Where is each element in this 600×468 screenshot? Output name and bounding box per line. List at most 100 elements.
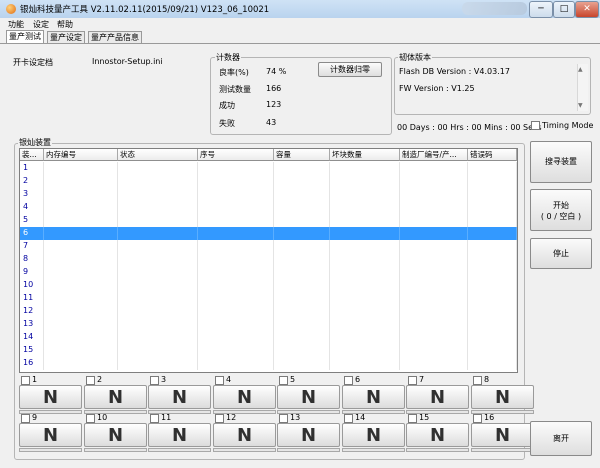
slot-checkbox[interactable] bbox=[215, 376, 224, 385]
table-cell bbox=[118, 240, 198, 253]
tab-production-settings[interactable]: 量产设定 bbox=[47, 31, 85, 43]
menu-function[interactable]: 功能 bbox=[8, 19, 24, 30]
table-row[interactable]: 5 bbox=[20, 214, 517, 227]
table-cell bbox=[198, 175, 274, 188]
start-button[interactable]: 开始 ( 0 / 空白 ) bbox=[530, 189, 592, 231]
tested-value: 166 bbox=[266, 84, 282, 93]
table-row[interactable]: 9 bbox=[20, 266, 517, 279]
tab-divider bbox=[0, 43, 600, 44]
slot-status-button[interactable]: N bbox=[148, 423, 211, 447]
slot-status-button[interactable]: N bbox=[19, 423, 82, 447]
table-cell bbox=[118, 201, 198, 214]
table-row[interactable]: 8 bbox=[20, 253, 517, 266]
column-header[interactable]: 坏块数量 bbox=[330, 149, 400, 161]
table-cell bbox=[468, 175, 517, 188]
minimize-button[interactable]: ─ bbox=[529, 1, 553, 18]
slot-status-button[interactable]: N bbox=[213, 423, 276, 447]
scroll-down-icon: ▼ bbox=[578, 102, 583, 109]
table-cell bbox=[274, 240, 330, 253]
column-header[interactable]: 装... bbox=[20, 149, 44, 161]
table-row[interactable]: 4 bbox=[20, 201, 517, 214]
table-row[interactable]: 3 bbox=[20, 188, 517, 201]
success-label: 成功 bbox=[219, 101, 235, 110]
menu-settings[interactable]: 设定 bbox=[33, 19, 49, 30]
table-cell bbox=[198, 227, 274, 240]
slot-checkbox[interactable] bbox=[279, 414, 288, 423]
slot-status-button[interactable]: N bbox=[277, 385, 340, 409]
slot-status: N bbox=[429, 387, 446, 408]
table-row[interactable]: 10 bbox=[20, 279, 517, 292]
table-cell bbox=[400, 266, 468, 279]
column-header[interactable]: 制造厂编号/产... bbox=[400, 149, 468, 161]
table-row[interactable]: 11 bbox=[20, 292, 517, 305]
slot-status-button[interactable]: N bbox=[84, 385, 147, 409]
slot-status-button[interactable]: N bbox=[213, 385, 276, 409]
maximize-button[interactable]: □ bbox=[553, 1, 575, 18]
tab-production-test[interactable]: 量产测试 bbox=[6, 30, 44, 43]
slot-status-button[interactable]: N bbox=[148, 385, 211, 409]
slot-checkbox[interactable] bbox=[215, 414, 224, 423]
close-button[interactable]: ✕ bbox=[575, 1, 599, 18]
slot-status-button[interactable]: N bbox=[406, 385, 469, 409]
column-header[interactable]: 错误码 bbox=[468, 149, 517, 161]
table-row[interactable]: 12 bbox=[20, 305, 517, 318]
slot-status-button[interactable]: N bbox=[342, 423, 405, 447]
device-table[interactable]: 装... 内存编号 状态 序号 容量 坏块数量 制造厂编号/产... 错误码 1… bbox=[19, 148, 518, 373]
column-header[interactable]: 状态 bbox=[118, 149, 198, 161]
slot-checkbox[interactable] bbox=[21, 376, 30, 385]
app-icon bbox=[6, 4, 16, 14]
slot-checkbox[interactable] bbox=[344, 414, 353, 423]
yield-label: 良率(%) bbox=[219, 68, 249, 77]
slot-status-button[interactable]: N bbox=[342, 385, 405, 409]
table-cell bbox=[118, 266, 198, 279]
tab-product-info[interactable]: 量产产品信息 bbox=[88, 31, 142, 43]
column-header[interactable]: 内存编号 bbox=[44, 149, 118, 161]
table-row[interactable]: 16 bbox=[20, 357, 517, 370]
table-row[interactable]: 1 bbox=[20, 162, 517, 175]
slot-checkbox[interactable] bbox=[473, 414, 482, 423]
row-number: 1 bbox=[23, 163, 29, 172]
slot-checkbox[interactable] bbox=[150, 376, 159, 385]
slot-status-button[interactable]: N bbox=[471, 385, 534, 409]
table-cell bbox=[400, 292, 468, 305]
slot-status-button[interactable]: N bbox=[277, 423, 340, 447]
slot-status-button[interactable]: N bbox=[471, 423, 534, 447]
table-cell bbox=[468, 305, 517, 318]
success-value: 123 bbox=[266, 100, 282, 109]
slot-checkbox[interactable] bbox=[86, 376, 95, 385]
slot-checkbox[interactable] bbox=[21, 414, 30, 423]
table-cell bbox=[468, 253, 517, 266]
slot-status-button[interactable]: N bbox=[406, 423, 469, 447]
exit-button[interactable]: 离开 bbox=[530, 421, 592, 456]
column-header[interactable]: 容量 bbox=[274, 149, 330, 161]
slot-checkbox[interactable] bbox=[408, 376, 417, 385]
slot-status-button[interactable]: N bbox=[84, 423, 147, 447]
table-row[interactable]: 7 bbox=[20, 240, 517, 253]
menu-help[interactable]: 帮助 bbox=[57, 19, 73, 30]
stop-button[interactable]: 停止 bbox=[530, 238, 592, 269]
slot-checkbox[interactable] bbox=[279, 376, 288, 385]
slot-progress-bar bbox=[471, 448, 534, 452]
table-cell bbox=[330, 253, 400, 266]
table-row[interactable]: 13 bbox=[20, 318, 517, 331]
slot-checkbox[interactable] bbox=[150, 414, 159, 423]
table-cell bbox=[330, 357, 400, 370]
slot-checkbox[interactable] bbox=[344, 376, 353, 385]
slot-checkbox[interactable] bbox=[86, 414, 95, 423]
table-row[interactable]: 2 bbox=[20, 175, 517, 188]
slot-checkbox[interactable] bbox=[408, 414, 417, 423]
table-row[interactable]: 6 bbox=[20, 227, 517, 240]
search-device-button[interactable]: 搜寻装置 bbox=[530, 141, 592, 183]
slot-status: N bbox=[365, 387, 382, 408]
column-header[interactable]: 序号 bbox=[198, 149, 274, 161]
timing-mode-checkbox[interactable] bbox=[531, 121, 540, 130]
slot-status-button[interactable]: N bbox=[19, 385, 82, 409]
table-row[interactable]: 14 bbox=[20, 331, 517, 344]
slot-number: 6 bbox=[355, 375, 361, 384]
reset-counter-button[interactable]: 计数器归零 bbox=[318, 62, 382, 77]
table-row[interactable]: 15 bbox=[20, 344, 517, 357]
slot-checkbox[interactable] bbox=[473, 376, 482, 385]
table-cell bbox=[44, 318, 118, 331]
table-cell bbox=[118, 292, 198, 305]
table-cell bbox=[330, 305, 400, 318]
